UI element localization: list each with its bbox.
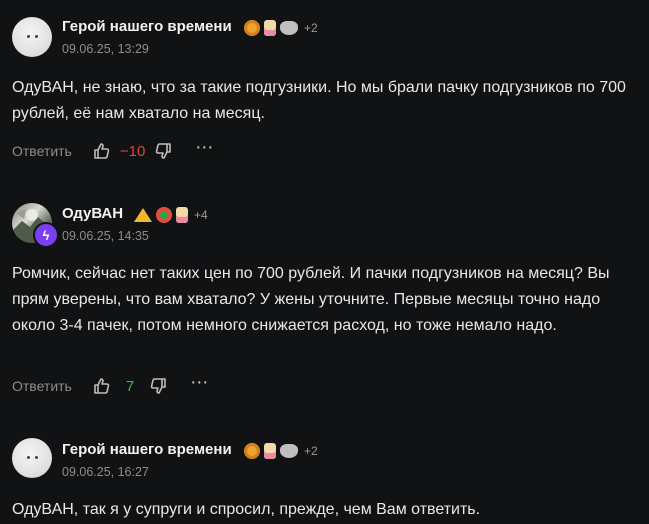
comment-text: ОдуВАН, не знаю, что за такие подгузники… <box>12 79 626 122</box>
awards[interactable]: +4 <box>134 207 208 223</box>
thumbs-up-icon[interactable] <box>92 376 112 396</box>
avatar[interactable] <box>12 17 52 57</box>
comment-score: −10 <box>119 142 146 160</box>
award-icon <box>244 20 260 36</box>
author-name[interactable]: Герой нашего времени <box>62 18 232 35</box>
avatar[interactable] <box>12 438 52 478</box>
author-name[interactable]: ОдуВАН <box>62 205 123 222</box>
award-icon <box>176 207 188 223</box>
comment-date[interactable]: 09.06.25, 14:35 <box>62 229 149 243</box>
avatar-eye <box>35 456 38 459</box>
more-options-icon[interactable]: ⋯ <box>195 137 214 158</box>
reply-button[interactable]: Ответить <box>12 378 72 394</box>
awards-more-count: +4 <box>194 208 208 222</box>
comment-actions: Ответить −10 ⋯ <box>12 137 214 161</box>
award-icon <box>280 444 298 458</box>
comment-text: ОдуВАН, так я у супруги и спросил, прежд… <box>12 501 481 518</box>
award-icon <box>280 21 298 35</box>
awards[interactable]: +2 <box>244 20 318 36</box>
premium-badge-icon: ϟ <box>33 222 59 248</box>
avatar-eye <box>27 35 30 38</box>
awards[interactable]: +2 <box>244 443 318 459</box>
award-icon <box>134 208 152 222</box>
comment-actions: Ответить 7 ⋯ <box>12 372 209 396</box>
more-options-icon[interactable]: ⋯ <box>190 372 209 393</box>
comment-score: 7 <box>125 377 135 395</box>
awards-more-count: +2 <box>304 21 318 35</box>
award-icon <box>244 443 260 459</box>
avatar-eye <box>27 456 30 459</box>
thumbs-up-icon[interactable] <box>92 141 112 161</box>
award-icon <box>156 207 172 223</box>
award-icon <box>264 20 276 36</box>
comment-text: Ромчик, сейчас нет таких цен по 700 рубл… <box>12 265 610 334</box>
comment-date[interactable]: 09.06.25, 16:27 <box>62 465 149 479</box>
awards-more-count: +2 <box>304 444 318 458</box>
comment-date[interactable]: 09.06.25, 13:29 <box>62 42 149 56</box>
award-icon <box>264 443 276 459</box>
author-name[interactable]: Герой нашего времени <box>62 441 232 458</box>
avatar-eye <box>35 35 38 38</box>
reply-button[interactable]: Ответить <box>12 143 72 159</box>
thumbs-down-icon[interactable] <box>153 141 173 161</box>
thumbs-down-icon[interactable] <box>148 376 168 396</box>
